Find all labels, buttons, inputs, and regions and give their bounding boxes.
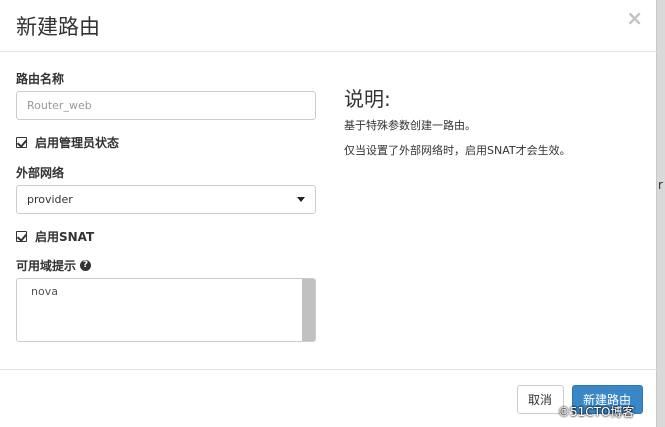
create-router-dialog: 新建路由 × 路由名称 启用管理员状态 外部网络 provider 启用SNAT… — [0, 0, 657, 427]
external-network-select[interactable]: provider — [16, 185, 316, 214]
checkbox-checked-icon[interactable] — [16, 231, 27, 242]
background-page-edge: r — [657, 0, 665, 427]
help-text-line: 基于特殊参数创建一路由。 — [344, 119, 476, 132]
router-name-label: 路由名称 — [16, 72, 65, 86]
availability-zone-option[interactable]: nova — [31, 285, 58, 298]
external-network-selected-value: provider — [27, 193, 73, 206]
background-page-text: r — [658, 178, 663, 192]
enable-snat-label: 启用SNAT — [35, 230, 95, 244]
admin-state-checkbox[interactable]: 启用管理员状态 — [16, 134, 119, 151]
enable-snat-checkbox[interactable]: 启用SNAT — [16, 228, 94, 245]
availability-zone-label: 可用域提示 — [16, 259, 77, 273]
help-title: 说明: — [344, 87, 391, 111]
help-text-line: 仅当设置了外部网络时，启用SNAT才会生效。 — [344, 144, 571, 157]
watermark-text: ©51CTO博客 — [558, 405, 635, 419]
availability-zone-listbox[interactable]: nova — [16, 278, 316, 342]
question-circle-icon[interactable]: ? — [80, 260, 92, 271]
checkbox-checked-icon[interactable] — [16, 137, 27, 148]
cancel-button[interactable]: 取消 — [517, 385, 564, 414]
external-network-label: 外部网络 — [16, 166, 65, 180]
availability-zone-label-row: 可用域提示 ? — [16, 257, 92, 274]
listbox-scrollbar[interactable] — [302, 279, 315, 341]
dialog-title: 新建路由 — [16, 15, 100, 39]
caret-down-icon — [297, 197, 305, 202]
admin-state-label: 启用管理员状态 — [35, 136, 120, 150]
router-name-input[interactable] — [16, 91, 316, 120]
dialog-header: 新建路由 × — [0, 0, 657, 52]
close-icon[interactable]: × — [626, 8, 643, 28]
